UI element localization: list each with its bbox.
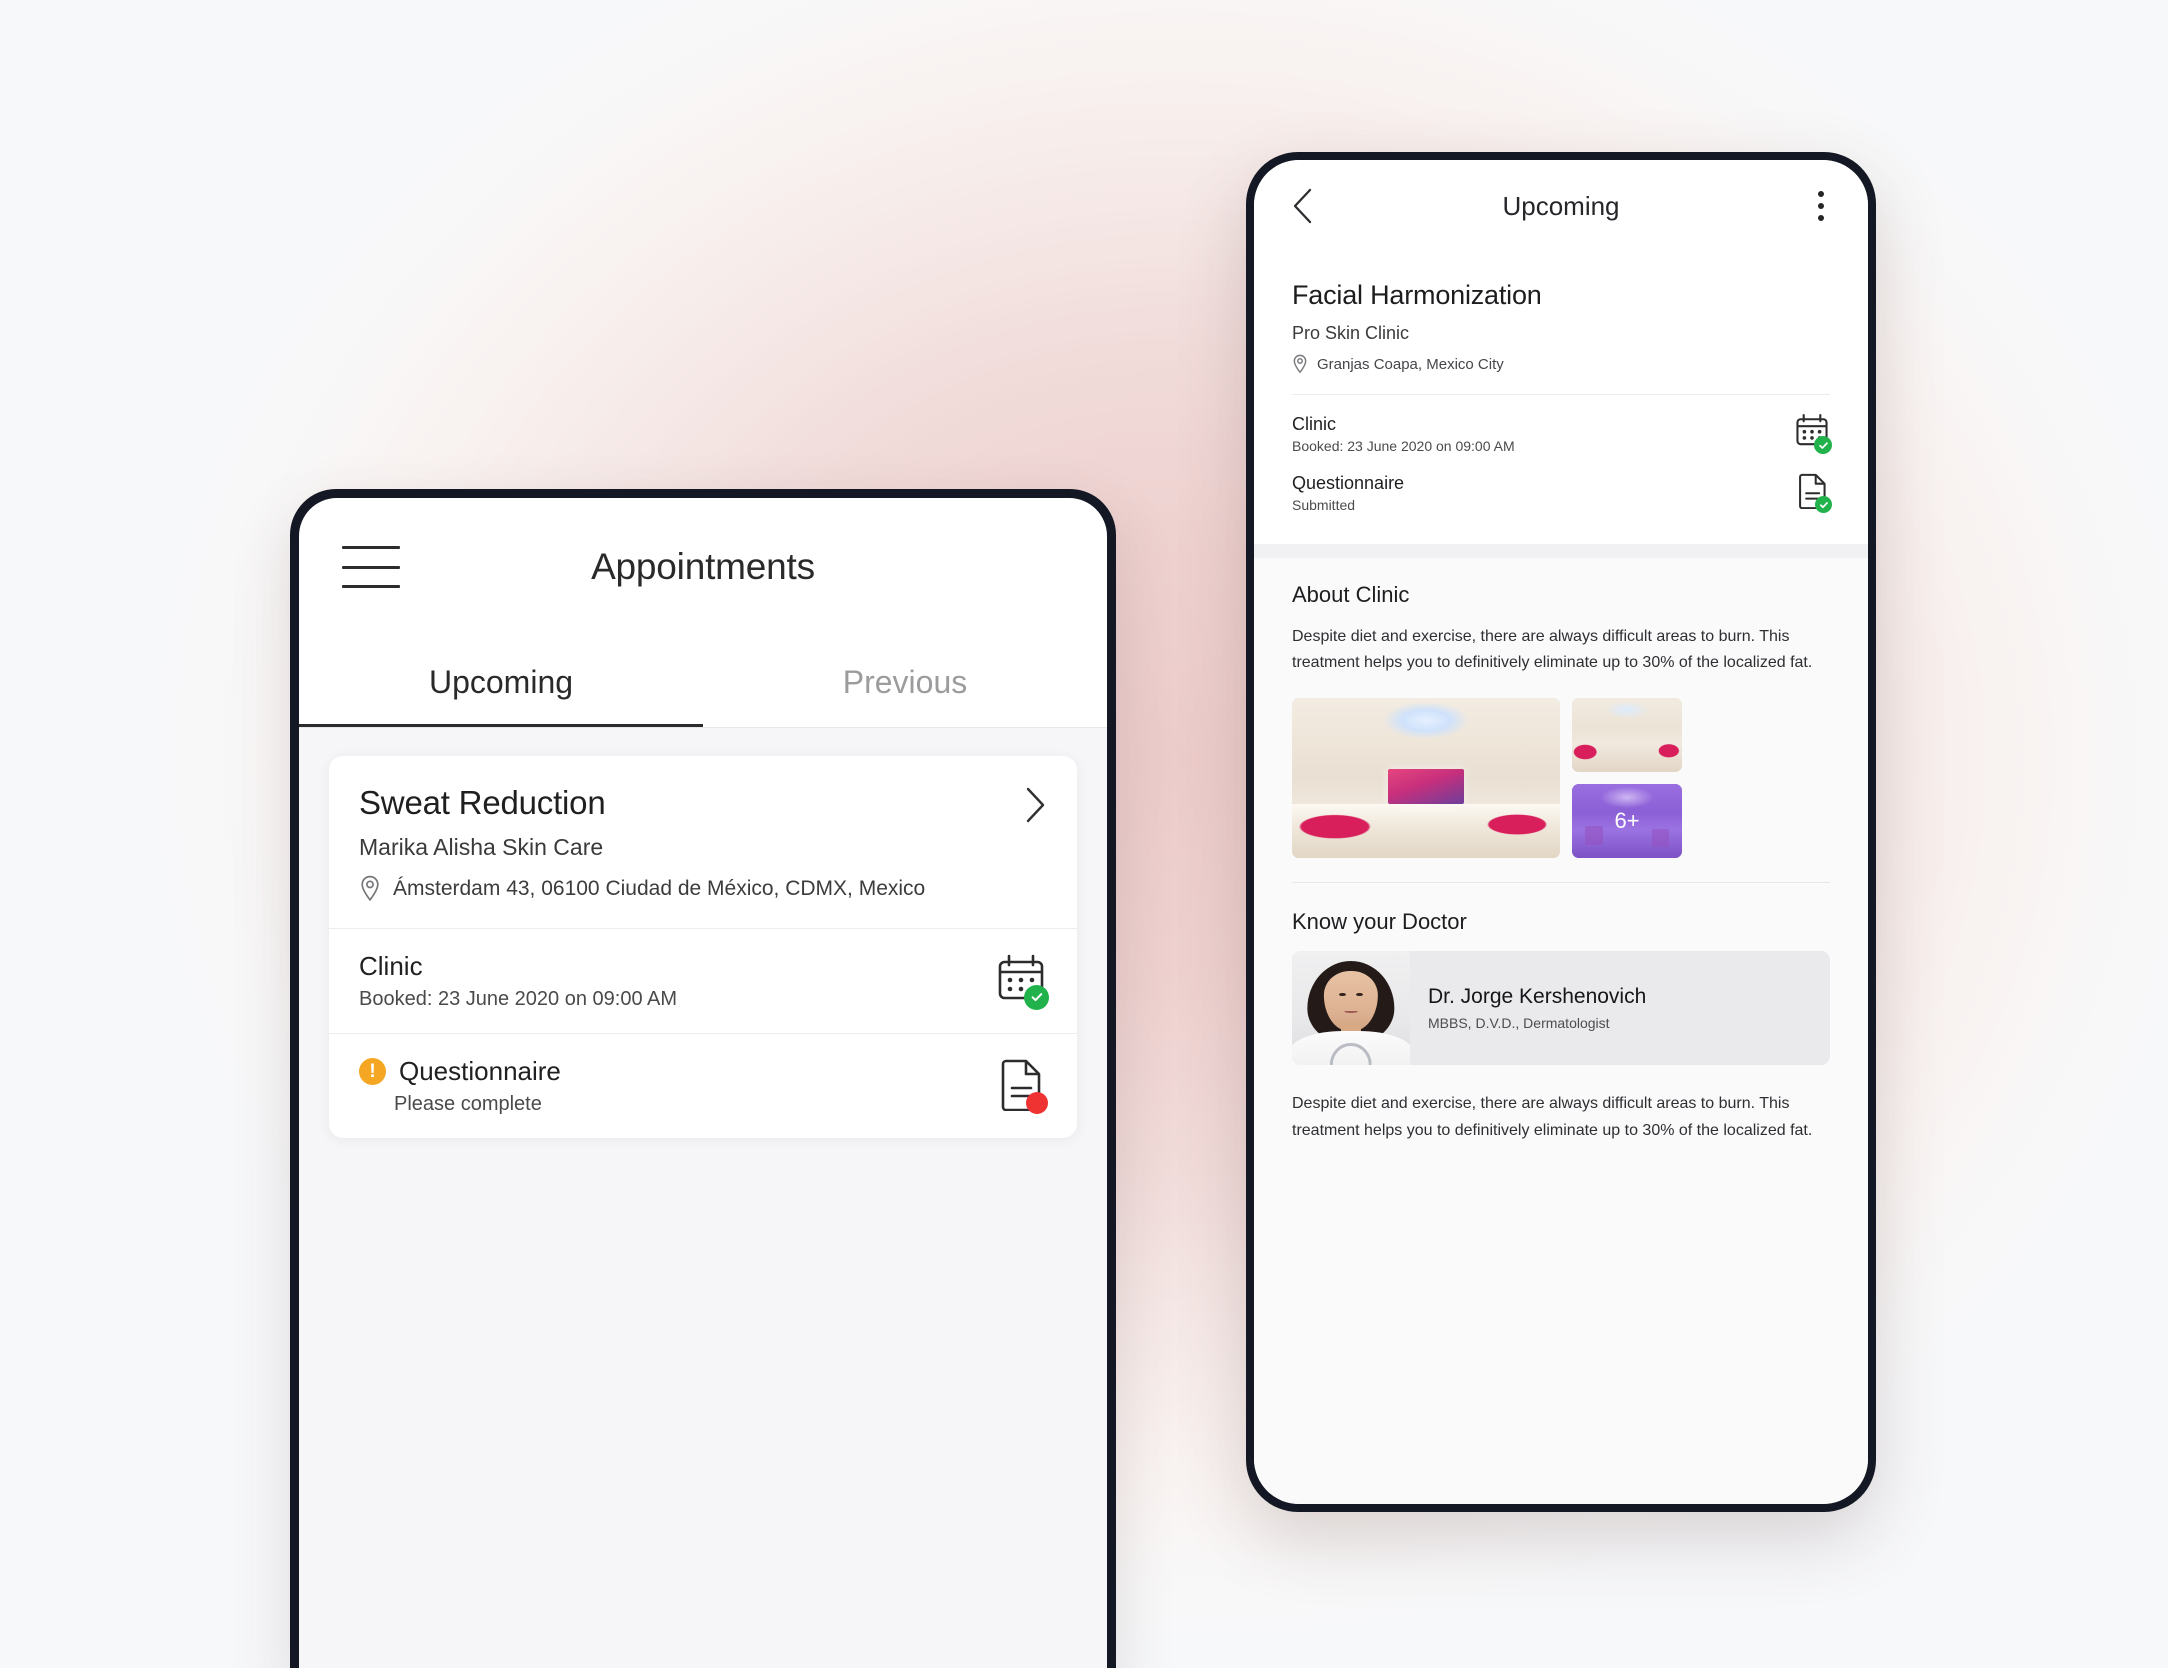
calendar-icon[interactable] [1794,413,1832,454]
about-clinic-section: About Clinic Despite diet and exercise, … [1254,558,1868,884]
chevron-right-icon[interactable] [1023,786,1049,824]
detail-page-title: Upcoming [1502,190,1620,221]
appointments-list: Sweat Reduction Marika Alisha Skin Care … [299,728,1107,1668]
tab-previous[interactable]: Previous [703,636,1107,728]
clinic-hallway-photo[interactable] [1572,698,1682,773]
map-pin-icon [1292,354,1308,374]
chevron-left-icon[interactable] [1286,186,1320,226]
appointment-detail-screen: Upcoming Facial Harmonization Pro Skin C… [1254,160,1868,1504]
appointment-row-texts: Clinic Booked: 23 June 2020 on 09:00 AM [359,951,995,1011]
detail-row-texts: Clinic Booked: 23 June 2020 on 09:00 AM [1292,414,1794,454]
appointment-clinic-name: Marika Alisha Skin Care [359,834,604,860]
phone-mockup-right: Upcoming Facial Harmonization Pro Skin C… [1246,152,1876,1512]
detail-row-label: Questionnaire [1292,473,1405,493]
doctor-credentials: MBBS, D.V.D., Dermatologist [1428,1015,1610,1032]
check-badge-green [1815,496,1832,513]
phone-screen-left: Appointments Upcoming Previous Sweat Red… [299,498,1107,1668]
detail-row-label: Clinic [1292,413,1337,434]
appointment-row-label: Clinic [359,951,423,981]
clinic-address: Granjas Coapa, Mexico City [1317,355,1504,373]
detail-row-value: Booked: 23 June 2020 on 09:00 AM [1292,437,1515,454]
appointments-screen: Appointments Upcoming Previous Sweat Red… [299,498,1107,1668]
appointment-card[interactable]: Sweat Reduction Marika Alisha Skin Care … [329,756,1077,1138]
tab-upcoming-label: Upcoming [428,663,574,700]
appointment-row-questionnaire[interactable]: ! Questionnaire Please complete [329,1033,1077,1138]
gallery-thumb-column: 6+ [1572,698,1682,859]
clinic-address-row: Granjas Coapa, Mexico City [1292,354,1830,395]
appointment-card-header: Sweat Reduction Marika Alisha Skin Care … [329,756,1077,928]
detail-row-clinic[interactable]: Clinic Booked: 23 June 2020 on 09:00 AM [1292,395,1832,454]
appointment-address-row: Ámsterdam 43, 06100 Ciudad de México, CD… [359,875,1047,902]
tab-previous-label: Previous [842,663,968,700]
hamburger-line [342,565,400,569]
portrait-eye [1355,992,1363,997]
hamburger-line [342,585,400,588]
tab-upcoming[interactable]: Upcoming [299,636,703,728]
appointment-row-value: Please complete [394,1093,542,1115]
phone-mockup-left: Appointments Upcoming Previous Sweat Red… [290,489,1116,1668]
more-photos-count: 6+ [1614,808,1640,834]
page-title: Appointments [591,546,815,587]
appointment-row-clinic[interactable]: Clinic Booked: 23 June 2020 on 09:00 AM [329,928,1077,1033]
appointments-tabs: Upcoming Previous [299,636,1107,728]
kebab-menu-icon[interactable] [1810,185,1832,227]
hamburger-line [342,546,400,549]
clinic-photo-gallery: 6+ [1292,698,1830,884]
doctor-name: Dr. Jorge Kershenovich [1428,985,1647,1009]
calendar-icon[interactable] [995,953,1049,1010]
appointment-row-label: Questionnaire [399,1056,561,1086]
appointment-row-label-wrap: ! Questionnaire [359,1056,997,1087]
hamburger-menu-icon[interactable] [342,546,400,588]
know-your-doctor-section: Know your Doctor Dr. Jorge Kershenovich … [1254,883,1868,1504]
clinic-name: Pro Skin Clinic [1292,323,1410,343]
left-appbar: Appointments [299,498,1107,636]
warning-glyph: ! [369,1061,376,1082]
treatment-title: Facial Harmonization [1292,280,1542,310]
portrait-render [1292,951,1410,1066]
clinic-more-photos[interactable]: 6+ [1572,784,1682,859]
kebab-dot [1818,215,1824,221]
doctor-portrait [1292,951,1410,1066]
appointment-row-value: Booked: 23 June 2020 on 09:00 AM [359,988,678,1010]
check-badge-green [1814,436,1832,454]
appointment-address: Ámsterdam 43, 06100 Ciudad de México, CD… [393,876,926,900]
know-your-doctor-heading: Know your Doctor [1292,909,1467,935]
doctor-paragraph: Despite diet and exercise, there are alw… [1292,1095,1813,1139]
about-clinic-paragraph: Despite diet and exercise, there are alw… [1292,628,1813,672]
kebab-dot [1818,191,1824,197]
section-divider [1254,544,1868,558]
photo-content [1292,698,1560,859]
clinic-lobby-photo[interactable] [1292,698,1560,859]
doctor-info: Dr. Jorge Kershenovich MBBS, D.V.D., Der… [1410,951,1830,1065]
right-appbar: Upcoming [1254,160,1868,252]
detail-header-section: Facial Harmonization Pro Skin Clinic Gra… [1254,252,1868,544]
detail-row-texts: Questionnaire Submitted [1292,473,1796,513]
photo-content [1572,698,1682,773]
kebab-dot [1818,203,1824,209]
warning-exclamation-icon: ! [359,1058,386,1085]
check-badge-green [1024,984,1049,1010]
appointment-row-label-wrap: Clinic [359,951,995,982]
appointment-row-texts: ! Questionnaire Please complete [359,1056,997,1116]
dot-badge-red [1026,1091,1048,1114]
appointment-title: Sweat Reduction [359,784,606,821]
document-icon[interactable] [1796,472,1832,514]
doctor-card[interactable]: Dr. Jorge Kershenovich MBBS, D.V.D., Der… [1292,951,1830,1066]
map-pin-icon [359,875,381,902]
detail-row-questionnaire[interactable]: Questionnaire Submitted [1292,454,1832,514]
phone-screen-right: Upcoming Facial Harmonization Pro Skin C… [1254,160,1868,1504]
document-icon[interactable] [997,1057,1048,1116]
detail-row-value: Submitted [1292,497,1356,513]
about-clinic-heading: About Clinic [1292,582,1410,607]
portrait-mouth [1344,1010,1358,1014]
